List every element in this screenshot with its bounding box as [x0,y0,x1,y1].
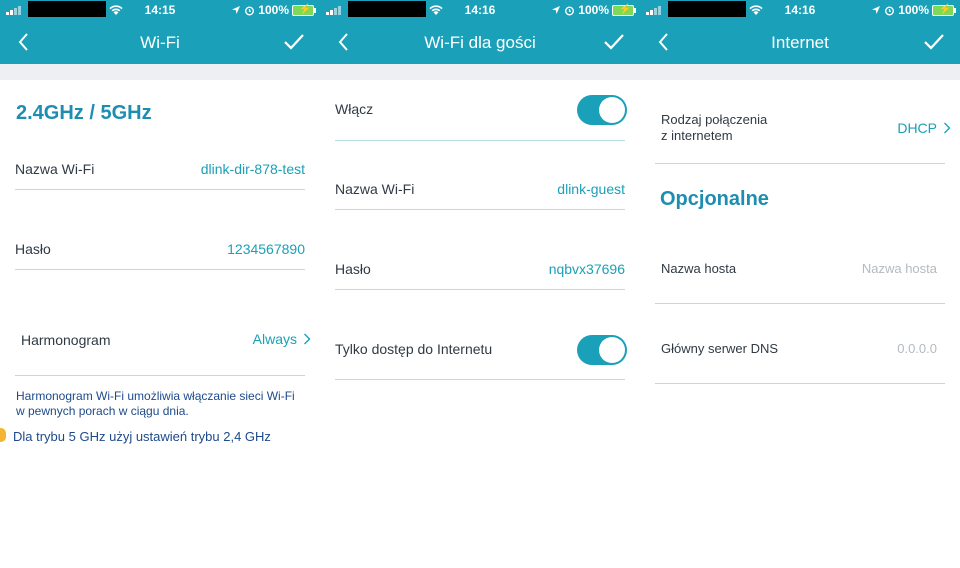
primary-dns-input[interactable]: 0.0.0.0 [897,341,937,356]
connection-type-value: DHCP [897,120,937,136]
nav-title: Wi-Fi [140,33,180,52]
hostname-label: Nazwa hosta [661,261,737,276]
enable-label: Włącz [335,101,374,117]
password-label: Hasło [15,241,51,257]
divider [655,303,945,304]
location-icon [552,6,561,14]
battery-charging-icon: ⚡ [292,4,316,16]
section-title-band: 2.4GHz / 5GHz [16,102,152,124]
battery-percent: 100% [898,3,929,17]
internet-screen: 14:16 100% ⚡ Internet Rodzaj połączenia … [640,0,960,568]
divider [335,379,625,380]
internet-only-label: Tylko dostęp do Internetu [335,341,493,357]
band-warning: Dla trybu 5 GHz użyj ustawień trybu 2,4 … [13,429,271,444]
warning-icon [0,428,6,442]
schedule-value: Always [252,331,297,347]
save-check-icon[interactable] [282,30,306,54]
battery-charging-icon: ⚡ [932,4,956,16]
enable-toggle[interactable] [577,95,627,125]
wifi-name-label: Nazwa Wi-Fi [15,161,95,177]
header-spacer [640,64,960,80]
location-icon [232,6,241,14]
divider [335,209,625,210]
battery-charging-icon: ⚡ [612,4,636,16]
hostname-input[interactable]: Nazwa hosta [862,261,937,276]
status-right: 100% ⚡ [231,3,316,17]
divider [15,269,305,270]
guest-password-value[interactable]: nqbvx37696 [549,261,625,277]
optional-section-title: Opcjonalne [660,188,769,210]
divider [335,289,625,290]
header-spacer [0,64,320,80]
guest-password-label: Hasło [335,261,371,277]
wifi-screen: 14:15 100% ⚡ Wi-Fi 2.4GHz / 5GHz Nazwa W… [0,0,320,568]
toggle-knob [599,337,625,363]
guest-wifi-name-label: Nazwa Wi-Fi [335,181,415,197]
status-bar: 14:15 100% ⚡ [0,0,320,20]
connection-type-label: Rodzaj połączenia z internetem [661,112,768,143]
nav-bar: Internet [640,20,960,64]
internet-only-toggle[interactable] [577,335,627,365]
alarm-icon [245,6,255,15]
nav-bar: Wi-Fi dla gości [320,20,640,64]
status-bar: 14:16 100% ⚡ [320,0,640,20]
divider [15,375,305,376]
chevron-right-icon [944,122,951,134]
location-icon [872,6,881,14]
schedule-label: Harmonogram [21,332,111,348]
wifi-name-value[interactable]: dlink-dir-878-test [201,161,305,177]
guest-wifi-name-value[interactable]: dlink-guest [557,181,625,197]
divider [655,383,945,384]
schedule-note: Harmonogram Wi-Fi umożliwia włączanie si… [16,389,295,418]
header-spacer [320,64,640,80]
divider [15,189,305,190]
divider [335,140,625,141]
alarm-icon [885,6,895,15]
divider [655,163,945,164]
primary-dns-label: Główny serwer DNS [661,341,779,356]
toggle-knob [599,97,625,123]
save-check-icon[interactable] [922,30,946,54]
status-right: 100% ⚡ [871,3,956,17]
nav-title: Internet [771,33,829,52]
status-right: 100% ⚡ [551,3,636,17]
chevron-right-icon [304,333,311,345]
save-check-icon[interactable] [602,30,626,54]
alarm-icon [565,6,575,15]
battery-percent: 100% [578,3,609,17]
battery-percent: 100% [258,3,289,17]
status-bar: 14:16 100% ⚡ [640,0,960,20]
nav-bar: Wi-Fi [0,20,320,64]
guest-wifi-screen: 14:16 100% ⚡ Wi-Fi dla gości Włącz Nazwa… [320,0,640,568]
nav-title: Wi-Fi dla gości [424,33,536,52]
password-value[interactable]: 1234567890 [227,241,305,257]
